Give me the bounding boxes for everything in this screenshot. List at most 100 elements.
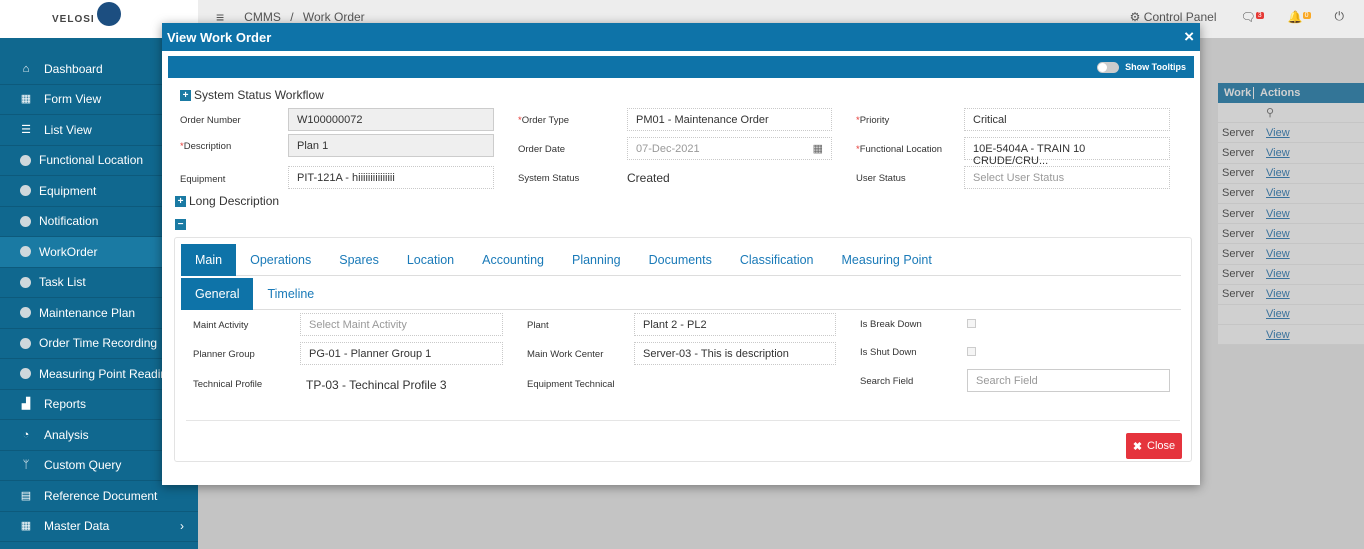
tab-spares[interactable]: Spares: [325, 244, 393, 276]
tooltips-toggle[interactable]: [1097, 61, 1120, 73]
is-shut-down-label: Is Shut Down: [860, 347, 917, 358]
functional-location-field[interactable]: 10E-5404A - TRAIN 10 CRUDE/CRU...: [964, 137, 1170, 167]
is-break-down-checkbox[interactable]: [967, 319, 976, 328]
system-status-workflow-toggle[interactable]: + System Status Workflow: [180, 88, 324, 102]
sidebar-item-label: Reports: [44, 397, 87, 412]
chevron-right-icon: ›: [180, 519, 184, 534]
file-icon: ▤: [20, 489, 32, 502]
sidebar-item-label: Equipment: [39, 183, 97, 198]
list-icon: ☰: [21, 123, 31, 136]
chat-icon: 🗨: [1240, 9, 1256, 24]
table-icon: ▦: [20, 93, 32, 106]
order-date-field[interactable]: 07-Dec-2021 ▦: [627, 137, 832, 160]
functional-location-label: *Functional Location: [856, 144, 943, 155]
search-field-input[interactable]: Search Field: [967, 369, 1170, 392]
order-number-field[interactable]: W100000072: [288, 108, 494, 131]
tab-documents[interactable]: Documents: [635, 244, 726, 276]
tooltip-bar: Show Tooltips: [168, 56, 1194, 78]
is-break-down-label: Is Break Down: [860, 319, 922, 330]
subtab-general[interactable]: General: [181, 278, 254, 310]
maint-activity-label: Maint Activity: [193, 320, 249, 331]
tab-accounting[interactable]: Accounting: [468, 244, 558, 276]
branch-icon: ᛘ: [22, 459, 30, 472]
order-type-label: *Order Type: [518, 115, 570, 126]
subtab-timeline[interactable]: Timeline: [253, 278, 328, 310]
close-button-label: Close: [1147, 440, 1176, 452]
circle-icon: [20, 307, 31, 319]
gear-icon: ⚙: [1129, 9, 1141, 24]
order-date-value: 07-Dec-2021: [636, 143, 700, 155]
equipment-label: Equipment: [180, 174, 226, 185]
sidebar-item-label: Reference Document: [44, 488, 158, 503]
breadcrumb-root[interactable]: CMMS: [244, 10, 281, 24]
logo-text: VELOSI: [52, 13, 95, 25]
pie-icon: ◔: [22, 428, 30, 441]
collapse-icon: −: [175, 218, 186, 230]
user-status-select[interactable]: Select User Status: [964, 166, 1170, 189]
tab-operations[interactable]: Operations: [236, 244, 325, 276]
order-number-label: Order Number: [180, 115, 241, 126]
chart-icon: ▟: [21, 398, 31, 411]
planner-group-field[interactable]: PG-01 - Planner Group 1: [300, 342, 503, 365]
description-field[interactable]: Plan 1: [288, 134, 494, 157]
breadcrumb: CMMS / Work Order: [244, 10, 365, 24]
sidebar-item-label: Maintenance Plan: [39, 305, 136, 320]
order-type-field[interactable]: PM01 - Maintenance Order: [627, 108, 832, 131]
technical-profile-label: Technical Profile: [193, 379, 263, 390]
expand-icon: +: [180, 90, 191, 102]
breadcrumb-separator: /: [290, 9, 294, 24]
circle-icon: [20, 215, 31, 227]
sidebar-item-label: Measuring Point Reading: [39, 366, 174, 381]
expand-icon: +: [175, 196, 186, 208]
long-description-toggle[interactable]: + Long Description: [175, 194, 279, 208]
sidebar-item-label: Dashboard: [44, 61, 103, 76]
main-work-center-field[interactable]: Server-03 - This is description: [634, 342, 836, 365]
notifications-badge: 0: [1302, 11, 1311, 19]
plant-field[interactable]: Plant 2 - PL2: [634, 313, 836, 336]
calendar-icon[interactable]: ▦: [813, 142, 823, 155]
tab-planning[interactable]: Planning: [558, 244, 635, 276]
circle-icon: [20, 276, 31, 288]
modal-header: View Work Order ×: [162, 23, 1200, 51]
tab-main[interactable]: Main: [181, 244, 237, 276]
view-work-order-modal: View Work Order × Show Tooltips + System …: [162, 23, 1200, 485]
main-tabs: Main Operations Spares Location Accounting Pl…: [181, 244, 1181, 276]
circle-icon: [20, 185, 31, 197]
sidebar-item-label: List View: [44, 122, 92, 137]
table-icon: ▦: [20, 520, 32, 533]
long-description-label: Long Description: [189, 194, 280, 208]
circle-icon: [20, 246, 31, 258]
messages-button[interactable]: 🗨 3: [1241, 10, 1264, 24]
priority-field[interactable]: Critical: [964, 108, 1170, 131]
system-status-value: Created: [627, 171, 670, 185]
sidebar-item-label: WorkOrder: [39, 244, 98, 259]
home-icon: ⌂: [22, 62, 30, 75]
close-button[interactable]: ✖ Close: [1126, 433, 1182, 459]
plant-label: Plant: [527, 320, 549, 331]
maint-activity-select[interactable]: Select Maint Activity: [300, 313, 503, 336]
close-icon[interactable]: ×: [1184, 27, 1194, 47]
control-panel-label: Control Panel: [1143, 9, 1217, 24]
tab-measuring-point[interactable]: Measuring Point: [828, 244, 946, 276]
sidebar-item-label: Custom Query: [44, 458, 122, 473]
is-shut-down-checkbox[interactable]: [967, 347, 976, 356]
tab-location[interactable]: Location: [393, 244, 468, 276]
description-label: *Description: [180, 141, 232, 152]
control-panel-link[interactable]: ⚙ Control Panel: [1130, 10, 1217, 24]
messages-badge: 3: [1255, 11, 1264, 19]
sidebar-item-reference-document[interactable]: ▤ Reference Document: [0, 481, 198, 512]
order-date-label: Order Date: [518, 144, 565, 155]
equipment-field[interactable]: PIT-121A - hiiiiiiiiiiiiiii: [288, 166, 494, 189]
notifications-button[interactable]: 🔔 0: [1288, 10, 1311, 24]
sidebar-item-master-data[interactable]: ▦ Master Data ›: [0, 512, 198, 542]
sidebar-item-label: Order Time Recording: [39, 336, 158, 351]
tab-classification[interactable]: Classification: [726, 244, 828, 276]
system-status-label: System Status: [518, 173, 580, 184]
power-icon[interactable]: ⏻: [1335, 9, 1345, 24]
circle-icon: [20, 368, 31, 380]
planner-group-label: Planner Group: [193, 349, 255, 360]
circle-icon: [20, 154, 31, 166]
modal-title: View Work Order: [167, 29, 272, 45]
collapse-button[interactable]: −: [175, 218, 189, 230]
search-field-label: Search Field: [860, 376, 914, 387]
